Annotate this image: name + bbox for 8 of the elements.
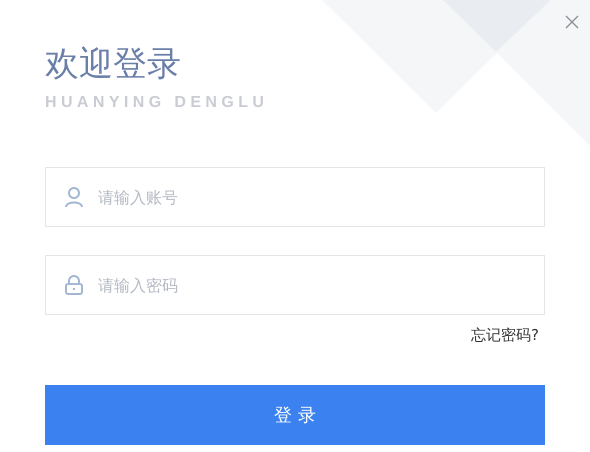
account-field[interactable]: 请输入账号 [45, 167, 545, 227]
password-field[interactable]: 请输入密码 [45, 255, 545, 315]
user-icon [65, 187, 83, 207]
close-icon[interactable] [565, 15, 579, 29]
welcome-title: 欢迎登录 [45, 44, 181, 84]
forgot-password-link[interactable]: 忘记密码? [471, 326, 539, 345]
login-button[interactable]: 登 录 [45, 385, 545, 445]
lock-icon [65, 275, 83, 295]
